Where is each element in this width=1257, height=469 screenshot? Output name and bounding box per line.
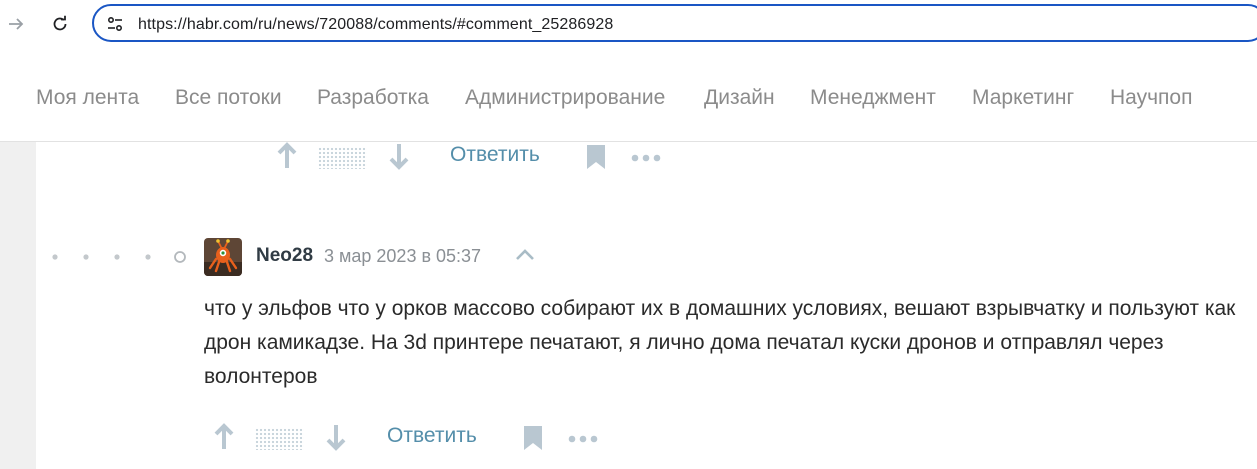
nav-item-my-feed[interactable]: Моя лента [36, 86, 139, 110]
nav-item-marketing[interactable]: Маркетинг [972, 86, 1074, 110]
comment-author[interactable]: Neo28 [256, 245, 313, 267]
user-avatar-image [204, 238, 242, 276]
comment-actions: Ответить [213, 422, 613, 454]
more-dots-icon[interactable] [568, 435, 598, 443]
arrow-up-icon[interactable] [276, 141, 298, 171]
address-bar[interactable]: https://habr.com/ru/news/720088/comments… [92, 4, 1257, 42]
reply-link[interactable]: Ответить [387, 424, 477, 448]
nav-item-development[interactable]: Разработка [317, 86, 429, 110]
bookmark-icon[interactable] [585, 144, 607, 170]
avatar[interactable] [204, 238, 242, 276]
nav-item-administration[interactable]: Администрирование [465, 86, 665, 110]
nav-item-popsci[interactable]: Научпоп [1110, 86, 1192, 110]
tune-icon[interactable] [106, 15, 124, 33]
arrow-down-icon[interactable] [388, 141, 410, 171]
thread-depth-indicator [52, 251, 186, 263]
previous-comment-actions: Ответить [276, 141, 676, 173]
reload-icon [53, 15, 67, 31]
bookmark-icon[interactable] [522, 425, 544, 451]
reload-button[interactable] [46, 10, 74, 38]
arrow-forward-icon [9, 18, 24, 30]
forward-button[interactable] [2, 10, 30, 38]
more-dots-icon[interactable] [631, 154, 661, 162]
arrow-down-icon[interactable] [325, 422, 347, 452]
comment-date[interactable]: 3 мар 2023 в 05:37 [324, 246, 481, 267]
browser-toolbar: https://habr.com/ru/news/720088/comments… [0, 0, 1257, 52]
url-text[interactable]: https://habr.com/ru/news/720088/comments… [138, 16, 613, 34]
nav-item-design[interactable]: Дизайн [704, 86, 775, 110]
comment-body: что у эльфов что у орков массово собираю… [204, 297, 1236, 388]
top-navigation: Моя лента Все потоки Разработка Админист… [0, 52, 1257, 142]
rating-placeholder [318, 147, 367, 169]
nav-item-all-streams[interactable]: Все потоки [175, 86, 282, 110]
rating-placeholder [255, 428, 304, 450]
chevron-up-icon[interactable] [514, 248, 536, 262]
reply-link[interactable]: Ответить [450, 143, 540, 167]
nav-item-management[interactable]: Менеджмент [810, 86, 936, 110]
arrow-up-icon[interactable] [213, 422, 235, 452]
